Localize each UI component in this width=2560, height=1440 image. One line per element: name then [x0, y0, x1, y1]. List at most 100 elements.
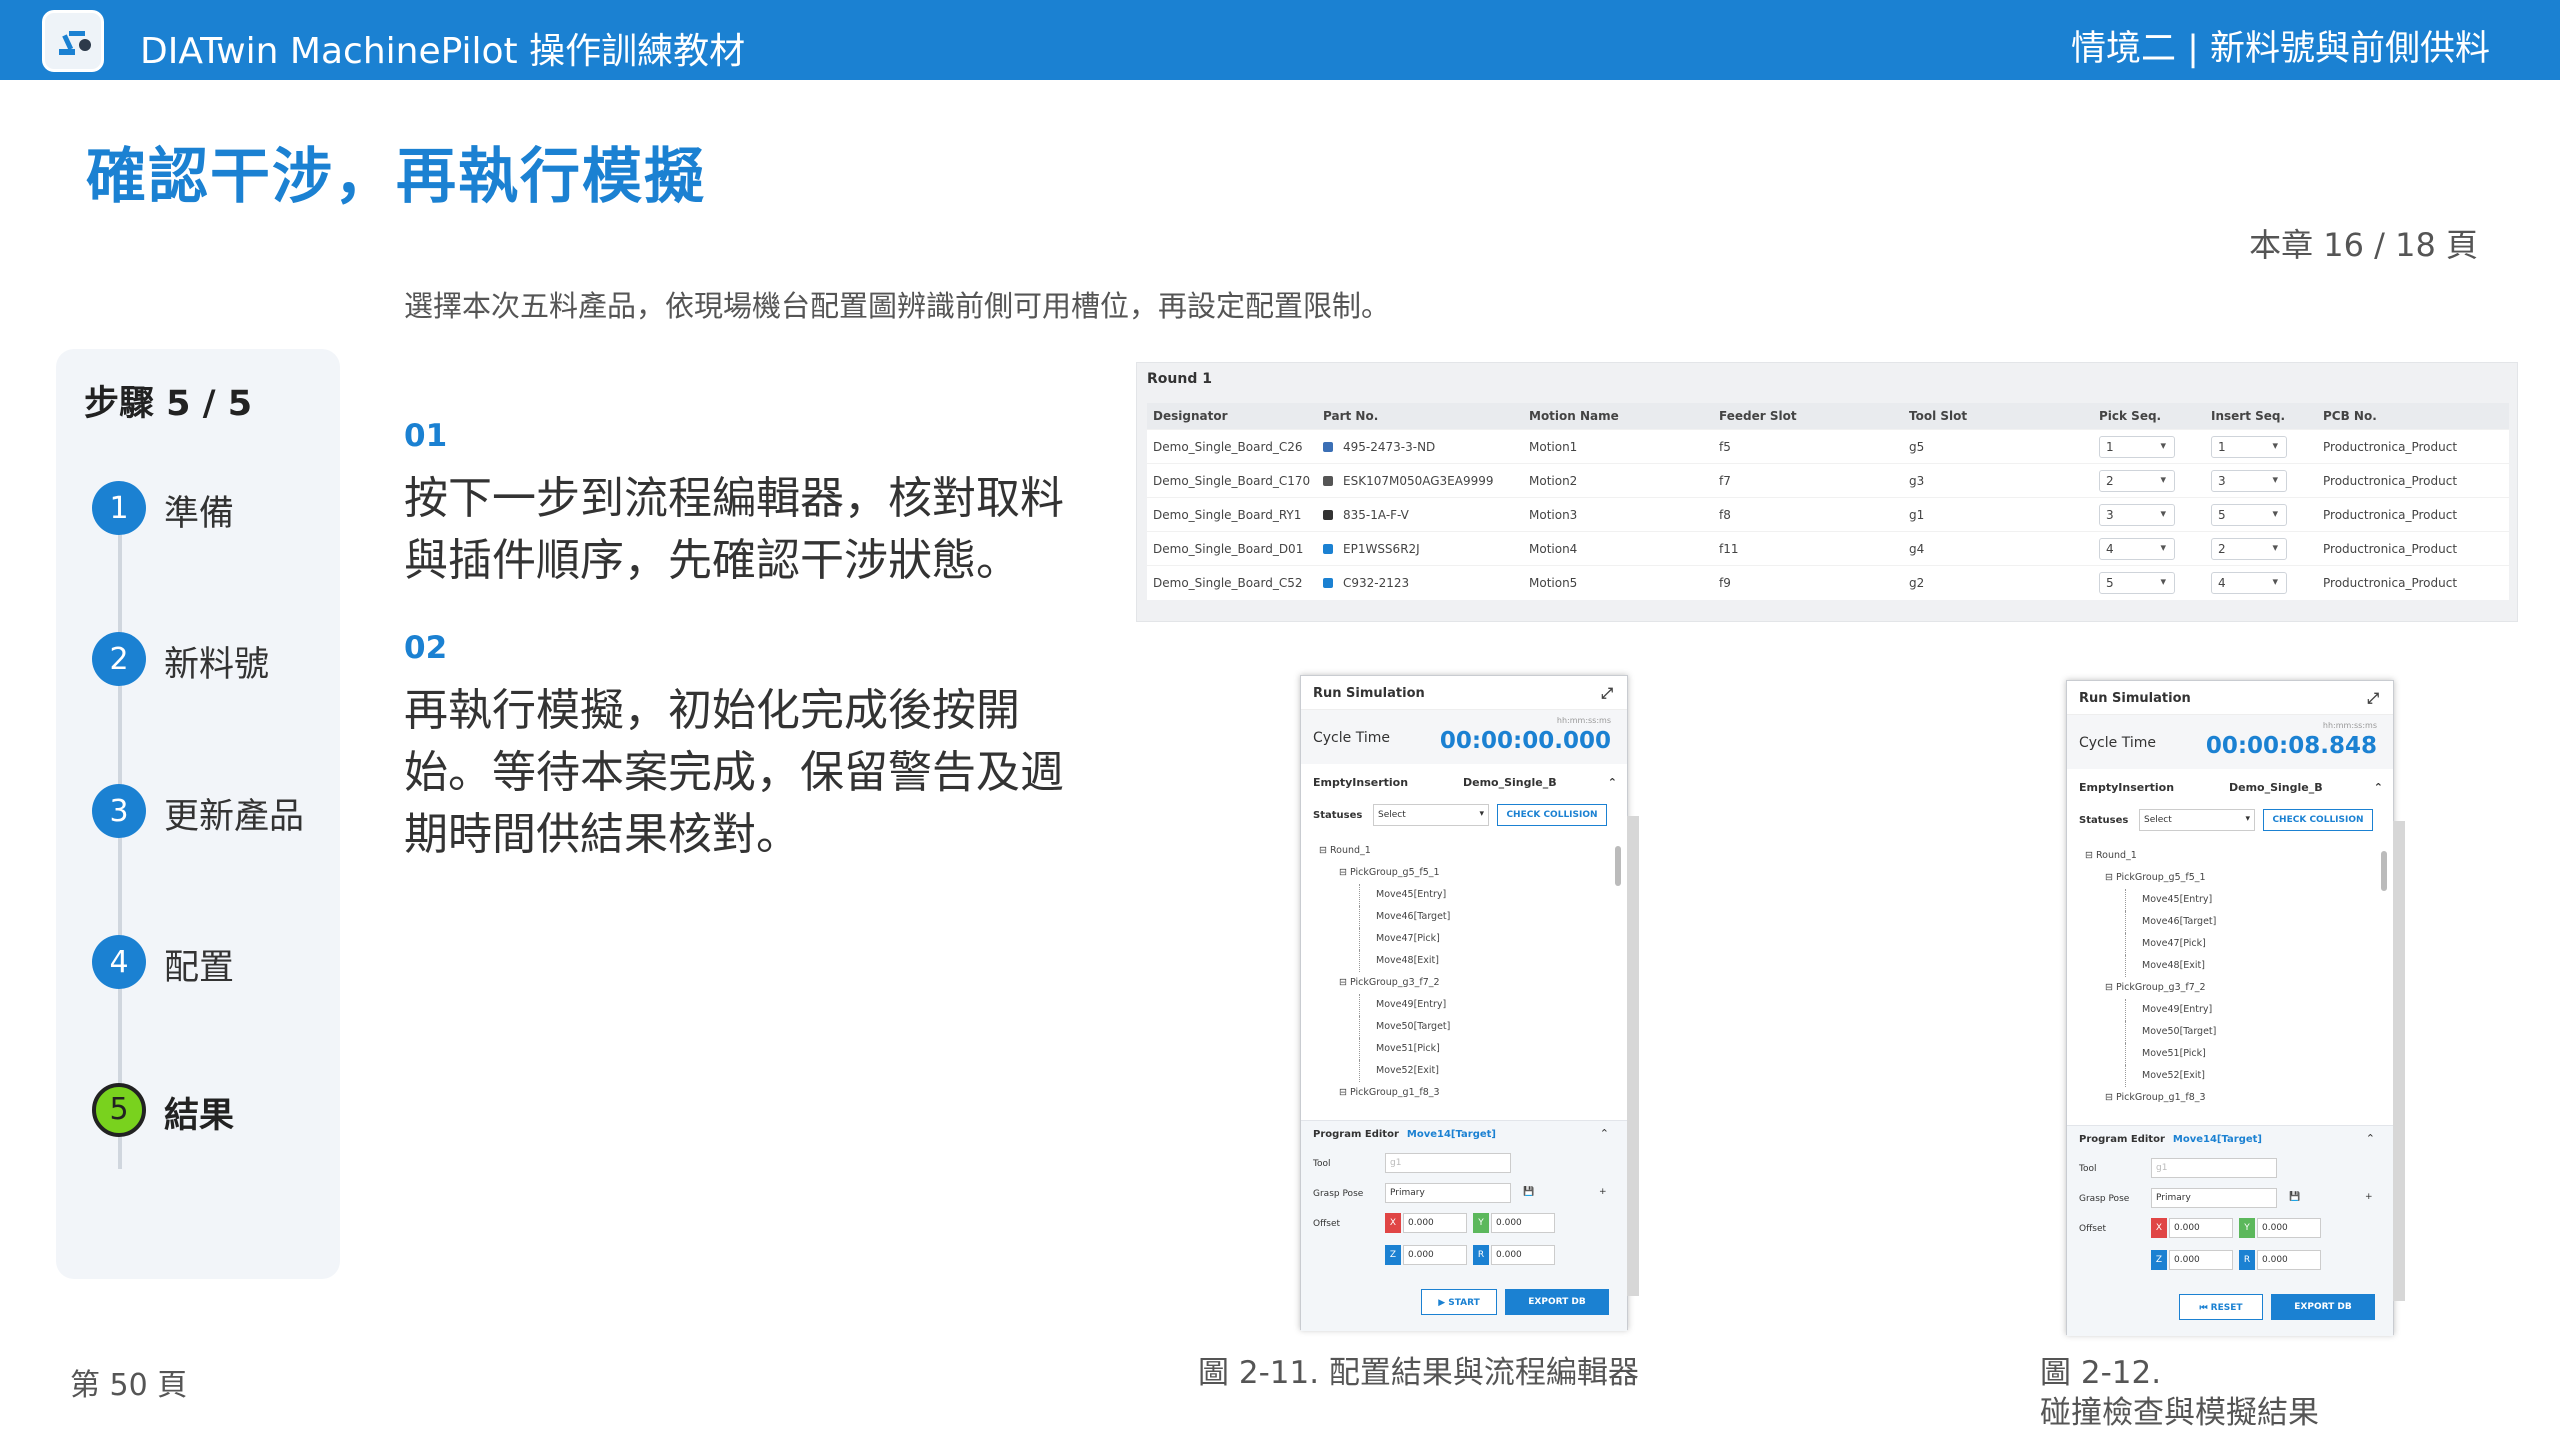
tree-node[interactable]: ⊟ Round_1: [1311, 840, 1611, 862]
tree-node[interactable]: Move45[Entry]: [1359, 884, 1611, 906]
export-db-button[interactable]: EXPORT DB: [2271, 1294, 2375, 1320]
table-cell: Productronica_Product: [2317, 531, 2509, 566]
table-cell[interactable]: 4: [2093, 531, 2205, 566]
tree-node[interactable]: Move51[Pick]: [2125, 1043, 2377, 1065]
tree-node[interactable]: Move50[Target]: [2125, 1021, 2377, 1043]
tree-node[interactable]: Move51[Pick]: [1359, 1038, 1611, 1060]
status-row: Statuses Select CHECK COLLISION: [2079, 809, 2383, 835]
tree-node[interactable]: ⊟ Round_1: [2077, 845, 2377, 867]
insert-seq-select[interactable]: 2: [2211, 537, 2287, 560]
tool-input[interactable]: g1: [1385, 1153, 1511, 1173]
panel-title: Run Simulation ⤢: [1301, 676, 1627, 710]
reset-button[interactable]: ⏮ RESET: [2179, 1294, 2263, 1320]
scrollbar[interactable]: [1615, 846, 1621, 886]
tree-node[interactable]: Move52[Exit]: [2125, 1065, 2377, 1087]
table-cell[interactable]: 1: [2093, 429, 2205, 464]
save-icon[interactable]: 💾: [2289, 1192, 2300, 1202]
tree-node[interactable]: Move45[Entry]: [2125, 889, 2377, 911]
x-axis-tag: X: [1385, 1213, 1401, 1233]
tree-node[interactable]: Move48[Exit]: [2125, 955, 2377, 977]
tree-node[interactable]: ⊟ PickGroup_g5_f5_1: [1311, 862, 1611, 884]
table-cell[interactable]: 2: [2205, 531, 2317, 566]
tree-node[interactable]: ⊟ PickGroup_g3_f7_2: [1311, 972, 1611, 994]
tool-input[interactable]: g1: [2151, 1158, 2277, 1178]
table-cell[interactable]: 5: [2205, 497, 2317, 532]
pick-seq-select[interactable]: 1: [2099, 435, 2175, 458]
page-progress: 本章 16 / 18 頁: [2249, 226, 2478, 264]
program-selector-row[interactable]: EmptyInsertion Demo_Single_B ⌃: [2079, 781, 2383, 801]
insert-seq-select[interactable]: 4: [2211, 571, 2287, 594]
chevron-up-icon[interactable]: ⌃: [1600, 1127, 1609, 1140]
expand-icon[interactable]: ⤢: [2367, 689, 2379, 707]
export-db-button[interactable]: EXPORT DB: [1505, 1289, 1609, 1315]
offset-y-input[interactable]: 0.000: [2257, 1218, 2321, 1238]
offset-z-input[interactable]: 0.000: [2169, 1250, 2233, 1270]
tree-node[interactable]: Move50[Target]: [1359, 1016, 1611, 1038]
offset-rz-input[interactable]: 0.000: [1491, 1245, 1555, 1265]
tree-node[interactable]: ⊟ PickGroup_g3_f7_2: [2077, 977, 2377, 999]
statuses-select[interactable]: Select: [1373, 804, 1489, 826]
table-cell[interactable]: 1: [2205, 429, 2317, 464]
tree-node[interactable]: ⊟ PickGroup_g1_f8_3: [2077, 1087, 2377, 1109]
add-icon[interactable]: +: [2365, 1192, 2373, 1202]
insert-seq-select[interactable]: 5: [2211, 503, 2287, 526]
tree-node[interactable]: ⊟ PickGroup_g1_f8_3: [1311, 1082, 1611, 1104]
header-bar: DIATwin MachinePilot 操作訓練教材 情境二 | 新料號與前側…: [0, 0, 2560, 80]
program-selector-row[interactable]: EmptyInsertion Demo_Single_B ⌃: [1313, 776, 1617, 796]
tree-node[interactable]: Move52[Exit]: [1359, 1060, 1611, 1082]
step-label: 結果: [164, 1096, 235, 1136]
pick-seq-select[interactable]: 2: [2099, 469, 2175, 492]
pick-seq-select[interactable]: 3: [2099, 503, 2175, 526]
tree-node[interactable]: Move48[Exit]: [1359, 950, 1611, 972]
tree-node[interactable]: Move47[Pick]: [2125, 933, 2377, 955]
insert-seq-select[interactable]: 1: [2211, 435, 2287, 458]
column-header: Feeder Slot: [1713, 403, 1903, 430]
chevron-up-icon[interactable]: ⌃: [2366, 1132, 2375, 1145]
save-icon[interactable]: 💾: [1523, 1187, 1534, 1197]
tree-node[interactable]: Move47[Pick]: [1359, 928, 1611, 950]
tree-node[interactable]: Move46[Target]: [1359, 906, 1611, 928]
table-cell: 495-2473-3-ND: [1317, 429, 1523, 464]
grasp-pose-select[interactable]: Primary: [2151, 1188, 2277, 1208]
step-number: 4: [92, 935, 146, 989]
tree-node[interactable]: Move49[Entry]: [1359, 994, 1611, 1016]
table-cell: f11: [1713, 531, 1903, 566]
scrollbar[interactable]: [2381, 851, 2387, 891]
table-cell[interactable]: 2: [2093, 463, 2205, 498]
expand-icon[interactable]: ⤢: [1601, 684, 1613, 702]
panel-shadow: [1627, 816, 1639, 1296]
offset-x-input[interactable]: 0.000: [2169, 1218, 2233, 1238]
pick-seq-select[interactable]: 4: [2099, 537, 2175, 560]
insert-seq-select[interactable]: 3: [2211, 469, 2287, 492]
offset-x-input[interactable]: 0.000: [1403, 1213, 1467, 1233]
column-header: Tool Slot: [1903, 403, 2093, 430]
pick-seq-select[interactable]: 5: [2099, 571, 2175, 594]
x-axis-tag: X: [2151, 1218, 2167, 1238]
check-collision-button[interactable]: CHECK COLLISION: [2263, 809, 2373, 831]
offset-y-input[interactable]: 0.000: [1491, 1213, 1555, 1233]
grasp-pose-select[interactable]: Primary: [1385, 1183, 1511, 1203]
tree-node-label: Round_1: [1329, 845, 1371, 856]
chevron-up-icon[interactable]: ⌃: [1608, 776, 1617, 789]
program-tree: ⊟ Round_1 ⊟ PickGroup_g5_f5_1 Move45[Entry…: [1311, 840, 1611, 1120]
tool-label: Tool: [2079, 1164, 2097, 1174]
start-button[interactable]: ▶ START: [1421, 1289, 1497, 1315]
chevron-up-icon[interactable]: ⌃: [2374, 781, 2383, 794]
column-header: Pick Seq.: [2093, 403, 2205, 430]
offset-rz-input[interactable]: 0.000: [2257, 1250, 2321, 1270]
table-cell: Motion4: [1523, 531, 1713, 566]
add-icon[interactable]: +: [1599, 1187, 1607, 1197]
table-cell: g4: [1903, 531, 2093, 566]
table-cell[interactable]: 5: [2093, 565, 2205, 600]
statuses-select[interactable]: Select: [2139, 809, 2255, 831]
offset-z-input[interactable]: 0.000: [1403, 1245, 1467, 1265]
check-collision-button[interactable]: CHECK COLLISION: [1497, 804, 1607, 826]
table-cell[interactable]: 3: [2093, 497, 2205, 532]
tree-node[interactable]: ⊟ PickGroup_g5_f5_1: [2077, 867, 2377, 889]
table-cell[interactable]: 4: [2205, 565, 2317, 600]
part-number: C932-2123: [1343, 575, 1410, 590]
tree-node[interactable]: Move46[Target]: [2125, 911, 2377, 933]
tree-node[interactable]: Move49[Entry]: [2125, 999, 2377, 1021]
table-cell[interactable]: 3: [2205, 463, 2317, 498]
table-cell: g1: [1903, 497, 2093, 532]
